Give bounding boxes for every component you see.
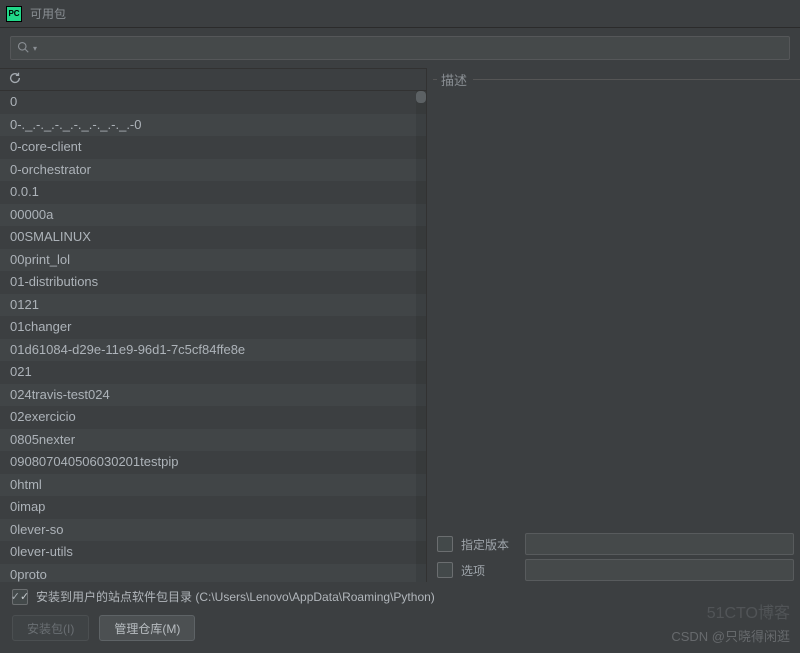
description-body: [437, 89, 800, 523]
package-list[interactable]: 00-._.-._.-._.-._.-._.-._.-00-core-clien…: [0, 91, 426, 595]
specify-version-input[interactable]: [525, 533, 794, 555]
package-item[interactable]: 0-core-client: [0, 136, 426, 159]
pycharm-icon: PC: [6, 6, 22, 22]
package-item[interactable]: 0html: [0, 474, 426, 497]
package-item[interactable]: 02exercicio: [0, 406, 426, 429]
search-dropdown-icon[interactable]: ▾: [33, 44, 37, 53]
package-item[interactable]: 0lever-utils: [0, 541, 426, 564]
options-checkbox[interactable]: [437, 562, 453, 578]
content-row: 00-._.-._.-._.-._.-._.-._.-00-core-clien…: [0, 68, 800, 595]
options-row: 选项: [437, 559, 794, 581]
package-item[interactable]: 0.0.1: [0, 181, 426, 204]
description-header: 描述: [433, 70, 800, 89]
package-item[interactable]: 0-orchestrator: [0, 159, 426, 182]
search-field-wrap[interactable]: ▾: [10, 36, 790, 60]
package-item[interactable]: 024travis-test024: [0, 384, 426, 407]
manage-repositories-button[interactable]: 管理仓库(M): [99, 615, 195, 641]
package-item[interactable]: 0imap: [0, 496, 426, 519]
title-bar: PC 可用包: [0, 0, 800, 28]
package-item[interactable]: 0121: [0, 294, 426, 317]
search-icon: [17, 41, 29, 56]
package-item[interactable]: 090807040506030201testpip: [0, 451, 426, 474]
search-input[interactable]: [43, 41, 783, 56]
package-item[interactable]: 01-distributions: [0, 271, 426, 294]
package-item[interactable]: 00SMALINUX: [0, 226, 426, 249]
install-user-label: 安装到用户的站点软件包目录 (C:\Users\Lenovo\AppData\R…: [36, 588, 435, 605]
vertical-scrollbar[interactable]: [416, 91, 426, 595]
install-user-checkbox[interactable]: ✓: [12, 589, 28, 605]
footer: ✓ 安装到用户的站点软件包目录 (C:\Users\Lenovo\AppData…: [0, 582, 800, 653]
package-item[interactable]: 0: [0, 91, 426, 114]
description-label: 描述: [441, 70, 467, 89]
package-list-pane: 00-._.-._.-._.-._.-._.-._.-00-core-clien…: [0, 68, 427, 595]
package-item[interactable]: 0805nexter: [0, 429, 426, 452]
reload-icon[interactable]: [8, 71, 22, 88]
package-item[interactable]: 021: [0, 361, 426, 384]
search-row: ▾: [0, 28, 800, 68]
install-package-button[interactable]: 安装包(I): [12, 615, 89, 641]
options-input[interactable]: [525, 559, 794, 581]
package-item[interactable]: 0lever-so: [0, 519, 426, 542]
package-item[interactable]: 00print_lol: [0, 249, 426, 272]
options-label: 选项: [461, 562, 525, 579]
button-row: 安装包(I) 管理仓库(M): [12, 615, 788, 641]
package-item[interactable]: 01changer: [0, 316, 426, 339]
specify-version-label: 指定版本: [461, 536, 525, 553]
install-user-row: ✓ 安装到用户的站点软件包目录 (C:\Users\Lenovo\AppData…: [12, 582, 788, 615]
reload-bar: [0, 69, 426, 91]
package-item[interactable]: 01d61084-d29e-11e9-96d1-7c5cf84ffe8e: [0, 339, 426, 362]
scrollbar-thumb[interactable]: [416, 91, 426, 103]
specify-version-row: 指定版本: [437, 533, 794, 555]
specify-version-checkbox[interactable]: [437, 536, 453, 552]
package-item[interactable]: 0-._.-._.-._.-._.-._.-._.-0: [0, 114, 426, 137]
description-pane: 描述 指定版本 选项: [427, 68, 800, 595]
package-item[interactable]: 00000a: [0, 204, 426, 227]
window-title: 可用包: [30, 5, 66, 22]
